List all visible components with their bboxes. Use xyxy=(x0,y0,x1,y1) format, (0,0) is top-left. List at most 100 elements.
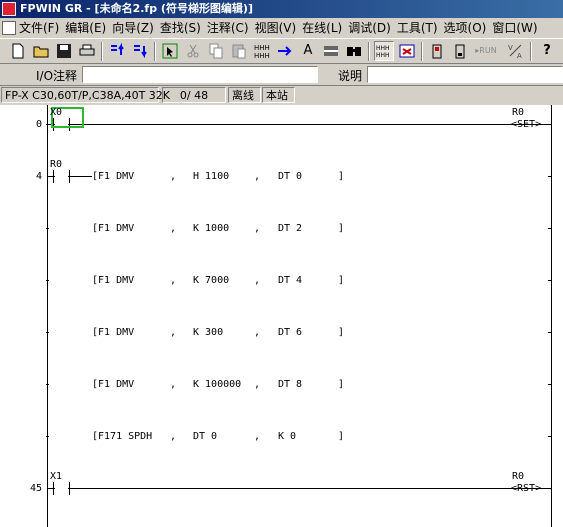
instruction-close: ] xyxy=(338,223,345,234)
help-icon[interactable]: ? xyxy=(537,41,557,61)
svg-text:V: V xyxy=(508,44,513,52)
menu-comment[interactable]: 注释(C) xyxy=(201,18,249,38)
instruction-op[interactable]: [F1 DMV xyxy=(92,327,134,339)
instruction-op[interactable]: [F1 DMV xyxy=(92,223,134,235)
operand-b[interactable]: DT 8 xyxy=(278,379,302,391)
operand-a[interactable]: K 100000 xyxy=(193,379,241,391)
toolbar-separator xyxy=(421,42,423,61)
ladder-view-icon[interactable]: HHH HHH xyxy=(374,41,394,61)
operand-b[interactable]: K 0 xyxy=(278,431,296,443)
paste-icon[interactable] xyxy=(229,41,249,61)
menu-tools[interactable]: 工具(T) xyxy=(391,18,438,38)
ladder-grid xyxy=(46,105,552,527)
contact-label: X1 xyxy=(50,471,63,482)
status-bar: FP-X C30,60T/P,C38A,40T 32K 0/ 48 离线 本站 xyxy=(0,86,563,105)
comment-bar: I/O注释 说明 xyxy=(0,64,563,86)
menu-edit[interactable]: 编辑(E) xyxy=(59,18,106,38)
contact-label: X0 xyxy=(50,107,63,118)
contact-label: R0 xyxy=(50,159,63,170)
menu-file[interactable]: 文件(F) xyxy=(0,18,59,38)
operand-a[interactable]: K 7000 xyxy=(193,275,229,287)
operand-separator: , xyxy=(170,171,177,182)
menu-window[interactable]: 窗口(W) xyxy=(486,18,537,38)
instruction-close: ] xyxy=(338,171,345,182)
insert-icon[interactable] xyxy=(275,41,295,61)
insert-row-icon[interactable]: HHH HHH xyxy=(252,41,272,61)
operand-b[interactable]: DT 4 xyxy=(278,275,302,287)
title-bar: FPWIN GR - [未命名2.fp (符号梯形图编辑)] xyxy=(0,0,563,18)
description-field[interactable] xyxy=(367,66,563,83)
operand-a[interactable]: H 1100 xyxy=(193,171,229,183)
svg-text:A: A xyxy=(517,52,522,60)
delete-row-icon[interactable] xyxy=(321,41,341,61)
save-icon[interactable] xyxy=(54,41,74,61)
step-number: 4 xyxy=(36,171,43,182)
open-folder-icon[interactable] xyxy=(31,41,51,61)
select-arrow-icon[interactable] xyxy=(160,41,180,61)
instruction-op[interactable]: [F171 SPDH xyxy=(92,431,152,443)
toolbar: HHH HHH A HHH HHH ▸RUN VA ? xyxy=(0,38,563,64)
operand-a[interactable]: DT 0 xyxy=(193,431,217,443)
operand-b[interactable]: DT 6 xyxy=(278,327,302,339)
instruction-op[interactable]: [F1 DMV xyxy=(92,379,134,391)
step-number: 45 xyxy=(30,483,43,494)
operand-a[interactable]: K 1000 xyxy=(193,223,229,235)
menu-file-label: 文件(F) xyxy=(19,21,60,35)
instruction-close: ] xyxy=(338,327,345,338)
io-comment-field[interactable] xyxy=(82,66,318,83)
menu-wizard[interactable]: 向导(Z) xyxy=(106,18,154,38)
window-title: FPWIN GR - [未命名2.fp (符号梯形图编辑)] xyxy=(20,2,253,15)
instruction-close: ] xyxy=(338,379,345,390)
operand-separator: , xyxy=(254,327,261,338)
operand-separator: , xyxy=(254,275,261,286)
operand-separator: , xyxy=(254,431,261,442)
toolbar-separator xyxy=(154,42,156,61)
move-down-icon[interactable] xyxy=(130,41,150,61)
comment-view-icon[interactable] xyxy=(397,41,417,61)
ladder-editor[interactable]: 0 X0 R0 <SET> 4 R0 [F1 DMV , H 1100 , DT… xyxy=(0,105,563,527)
set-coil[interactable]: <SET> xyxy=(511,119,541,131)
find-icon[interactable] xyxy=(344,41,364,61)
operand-separator: , xyxy=(254,379,261,390)
station-status: 本站 xyxy=(262,87,295,103)
menu-debug[interactable]: 调试(D) xyxy=(342,18,391,38)
operand-separator: , xyxy=(170,223,177,234)
svg-text:HHH: HHH xyxy=(254,44,270,52)
menu-find[interactable]: 查找(S) xyxy=(154,18,201,38)
svg-text:HHH: HHH xyxy=(254,52,270,60)
new-file-icon[interactable] xyxy=(8,41,28,61)
instruction-close: ] xyxy=(338,431,345,442)
copy-icon[interactable] xyxy=(206,41,226,61)
operand-b[interactable]: DT 2 xyxy=(278,223,302,235)
step-number: 0 xyxy=(36,119,43,130)
menu-options[interactable]: 选项(O) xyxy=(438,18,487,38)
operand-separator: , xyxy=(254,223,261,234)
svg-text:HHH: HHH xyxy=(376,52,390,59)
description-label: 说明 xyxy=(338,69,363,83)
operand-b[interactable]: DT 0 xyxy=(278,171,302,183)
text-icon[interactable]: A xyxy=(298,41,318,61)
instruction-op[interactable]: [F1 DMV xyxy=(92,171,134,183)
operand-separator: , xyxy=(170,379,177,390)
run-mode-label: RUN xyxy=(479,46,497,55)
coil-operand: R0 xyxy=(512,471,525,482)
app-icon xyxy=(2,2,16,16)
instruction-op[interactable]: [F1 DMV xyxy=(92,275,134,287)
rst-coil[interactable]: <RST> xyxy=(511,483,541,495)
prog-mode-icon[interactable]: VA xyxy=(506,41,526,61)
monitor-icon[interactable] xyxy=(427,41,447,61)
print-icon[interactable] xyxy=(77,41,97,61)
operand-separator: , xyxy=(254,171,261,182)
coil-operand: R0 xyxy=(512,107,525,118)
cut-icon[interactable] xyxy=(183,41,203,61)
operand-separator: , xyxy=(170,431,177,442)
document-icon xyxy=(2,21,16,35)
move-up-icon[interactable] xyxy=(107,41,127,61)
toolbar-separator xyxy=(368,42,370,61)
online-mode-status: 离线 xyxy=(228,87,261,103)
menu-view[interactable]: 视图(V) xyxy=(249,18,297,38)
operand-a[interactable]: K 300 xyxy=(193,327,223,339)
online-icon[interactable] xyxy=(450,41,470,61)
menu-online[interactable]: 在线(L) xyxy=(296,18,342,38)
run-mode-icon[interactable]: ▸RUN xyxy=(473,41,499,61)
